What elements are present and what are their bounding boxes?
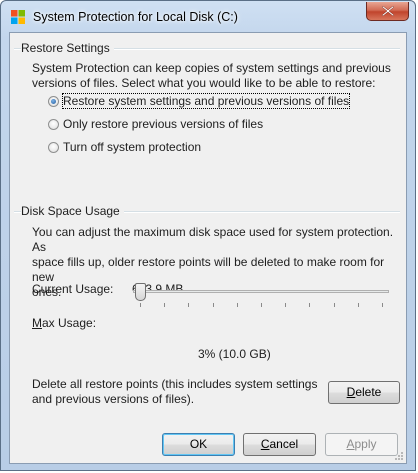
slider-tick — [164, 303, 166, 307]
windows-shield-icon — [10, 9, 26, 25]
delete-description: Delete all restore points (this includes… — [32, 377, 317, 407]
radio-label[interactable]: Only restore previous versions of files — [63, 117, 263, 131]
resize-grip-icon[interactable] — [393, 450, 404, 461]
max-usage-value: 3% (10.0 GB) — [198, 347, 271, 361]
slider-tick — [188, 303, 190, 307]
max-usage-label: Max Usage: — [32, 316, 96, 330]
accesskey-rest: ancel — [269, 437, 299, 451]
max-usage-label-rest: ax Usage: — [42, 316, 97, 330]
slider-tick — [140, 303, 141, 307]
restore-settings-heading: Restore Settings — [21, 41, 114, 55]
close-button[interactable] — [366, 2, 409, 21]
radio-button[interactable] — [48, 142, 59, 153]
accesskey-rest: pply — [354, 437, 377, 451]
radio-button-selected[interactable] — [48, 96, 59, 107]
close-icon — [382, 6, 394, 16]
slider-tick — [333, 303, 335, 307]
description-line: You can adjust the maximum disk space us… — [32, 225, 394, 254]
max-usage-accesskey: M — [32, 316, 42, 330]
slider-tick — [357, 303, 359, 307]
description-line: space fills up, older restore points wil… — [32, 255, 385, 284]
current-usage-label: Current Usage: — [32, 282, 114, 296]
slider-tick — [309, 303, 311, 307]
radio-label[interactable]: Turn off system protection — [63, 140, 201, 154]
radio-button[interactable] — [48, 119, 59, 130]
radio-label[interactable]: Restore system settings and previous ver… — [61, 93, 351, 109]
ok-button[interactable]: OK — [162, 433, 235, 456]
cancel-button[interactable]: Cancel — [243, 433, 316, 456]
accesskey-rest: elete — [355, 385, 382, 399]
dialog-window: System Protection for Local Disk (C:) Re… — [0, 0, 416, 471]
slider-tick — [212, 303, 214, 307]
window-title: System Protection for Local Disk (C:) — [33, 10, 238, 24]
dialog-client-area: Restore Settings System Protection can k… — [9, 32, 407, 464]
slider-thumb[interactable] — [135, 283, 146, 301]
slider-tick — [261, 303, 262, 307]
disk-space-heading: Disk Space Usage — [21, 204, 124, 218]
radio-dot — [51, 99, 56, 104]
restore-settings-description: System Protection can keep copies of sys… — [32, 61, 391, 91]
accesskey-letter: A — [346, 437, 355, 451]
slider-tick — [285, 303, 287, 307]
apply-button: Apply — [325, 433, 398, 456]
accesskey-letter: D — [346, 385, 356, 399]
slider-tick — [236, 303, 238, 307]
delete-button[interactable]: Delete — [328, 381, 400, 404]
description-line: versions of files. Select what you would… — [32, 76, 376, 90]
description-line: System Protection can keep copies of sys… — [32, 61, 391, 75]
slider-track[interactable] — [133, 290, 389, 293]
slider-tick — [382, 303, 383, 307]
description-line: and previous versions of files). — [32, 392, 195, 406]
title-bar[interactable]: System Protection for Local Disk (C:) — [1, 1, 415, 32]
description-line: Delete all restore points (this includes… — [32, 377, 318, 391]
